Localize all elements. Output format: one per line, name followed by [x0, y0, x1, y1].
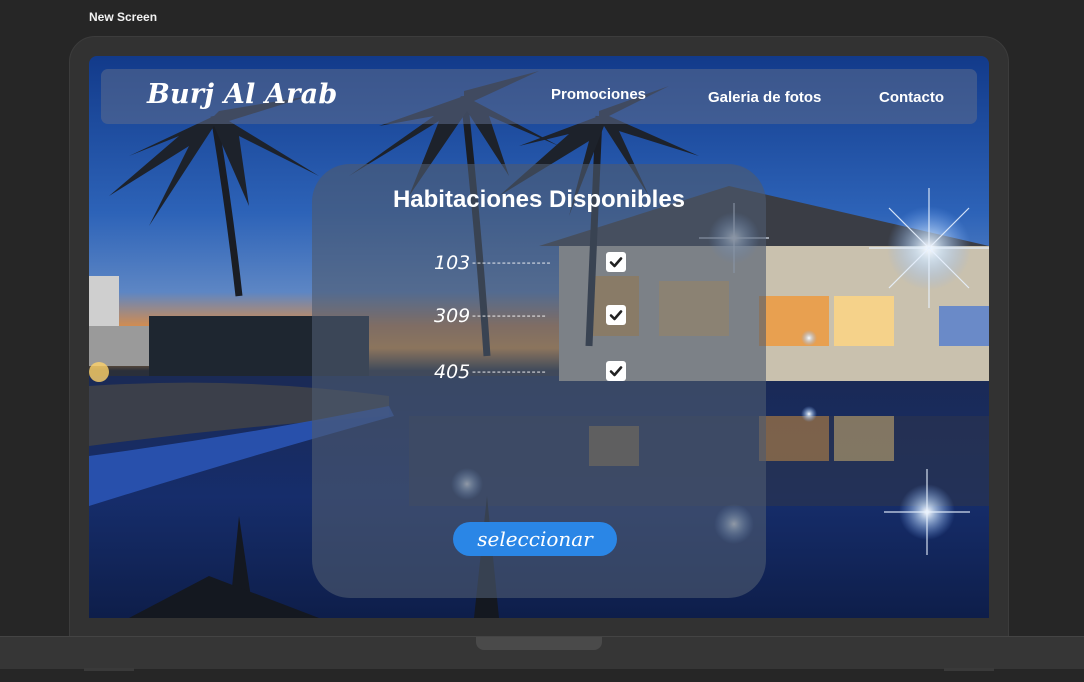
laptop-screen: Burj Al Arab Promociones Galeria de foto…: [89, 56, 989, 618]
checkmark-icon: [609, 366, 623, 377]
room-number: 103: [434, 252, 471, 274]
top-navbar: Burj Al Arab Promociones Galeria de foto…: [101, 69, 977, 124]
room-number: 405: [434, 361, 471, 383]
room-row: 309 ---------------: [434, 305, 634, 329]
room-dashes: ---------------: [472, 309, 547, 322]
checkmark-icon: [609, 310, 623, 321]
room-dashes: ----------------: [472, 256, 552, 269]
laptop-notch: [476, 637, 602, 650]
room-number: 309: [434, 305, 471, 327]
room-row: 405 ---------------: [434, 361, 634, 385]
room-checkbox[interactable]: [606, 305, 626, 325]
room-checkbox[interactable]: [606, 361, 626, 381]
nav-link-contacto[interactable]: Contacto: [879, 89, 944, 106]
nav-link-promociones[interactable]: Promociones: [551, 86, 646, 103]
brand-logo[interactable]: Burj Al Arab: [147, 79, 337, 110]
rooms-card: Habitaciones Disponibles 103 -----------…: [312, 164, 766, 598]
frame-label: New Screen: [89, 10, 158, 24]
card-title: Habitaciones Disponibles: [392, 186, 686, 213]
checkmark-icon: [609, 257, 623, 268]
room-row: 103 ----------------: [434, 252, 634, 276]
laptop-foot-left: [84, 668, 134, 671]
room-checkbox[interactable]: [606, 252, 626, 272]
room-dashes: ---------------: [472, 365, 547, 378]
nav-link-galeria[interactable]: Galeria de fotos: [708, 89, 821, 106]
laptop-foot-right: [944, 668, 994, 671]
select-button[interactable]: seleccionar: [453, 522, 617, 556]
